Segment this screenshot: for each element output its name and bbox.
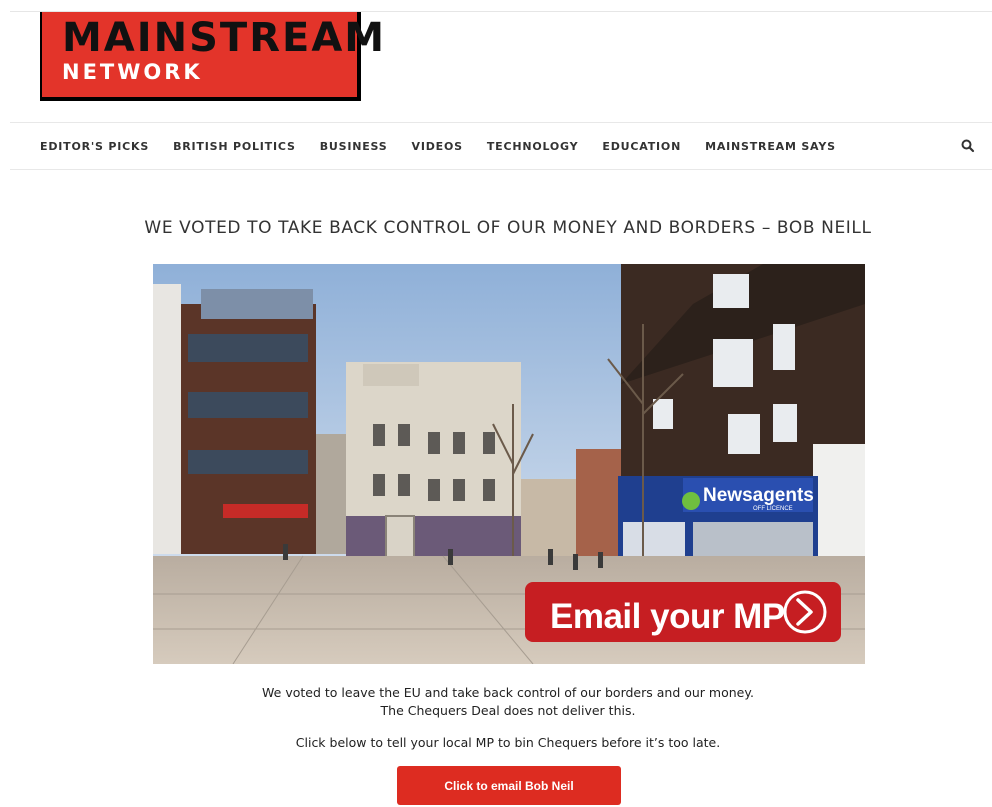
email-your-mp-label: Email your MP	[550, 597, 785, 636]
nav-menu: EDITOR'S PICKS BRITISH POLITICS BUSINESS…	[40, 123, 860, 169]
nav-item-technology[interactable]: TECHNOLOGY	[487, 140, 579, 153]
shop-sign: Newsagents	[703, 485, 814, 506]
main-navigation: EDITOR'S PICKS BRITISH POLITICS BUSINESS…	[10, 122, 992, 170]
article-paragraph-line-1: We voted to leave the EU and take back c…	[262, 685, 754, 700]
nav-item-business[interactable]: BUSINESS	[320, 140, 388, 153]
shop-sign-subtitle: OFF LICENCE	[753, 506, 793, 512]
nav-item-education[interactable]: EDUCATION	[602, 140, 681, 153]
article-call-to-action: Click below to tell your local MP to bin…	[295, 735, 721, 750]
email-mp-button[interactable]: Click to email Bob Neil	[397, 766, 621, 805]
logo-background: MAINSTREAM NETWORK	[42, 12, 384, 97]
nav-item-british-politics[interactable]: BRITISH POLITICS	[173, 140, 296, 153]
search-icon[interactable]	[960, 138, 976, 154]
hero-image: Newsagents OFF LICENCE Email your MP	[153, 264, 865, 664]
nav-item-videos[interactable]: VIDEOS	[412, 140, 463, 153]
article-paragraph-line-2: The Chequers Deal does not deliver this.	[380, 703, 636, 718]
site-logo[interactable]: MAINSTREAM NETWORK	[40, 12, 384, 101]
nav-item-editors-picks[interactable]: EDITOR'S PICKS	[40, 140, 149, 153]
email-your-mp-overlay[interactable]: Email your MP	[525, 582, 841, 642]
article-title: WE VOTED TO TAKE BACK CONTROL OF OUR MON…	[144, 218, 872, 238]
nav-item-mainstream-says[interactable]: MAINSTREAM SAYS	[705, 140, 836, 153]
logo-sub-text: NETWORK	[62, 60, 203, 84]
logo-main-text: MAINSTREAM	[62, 15, 387, 61]
